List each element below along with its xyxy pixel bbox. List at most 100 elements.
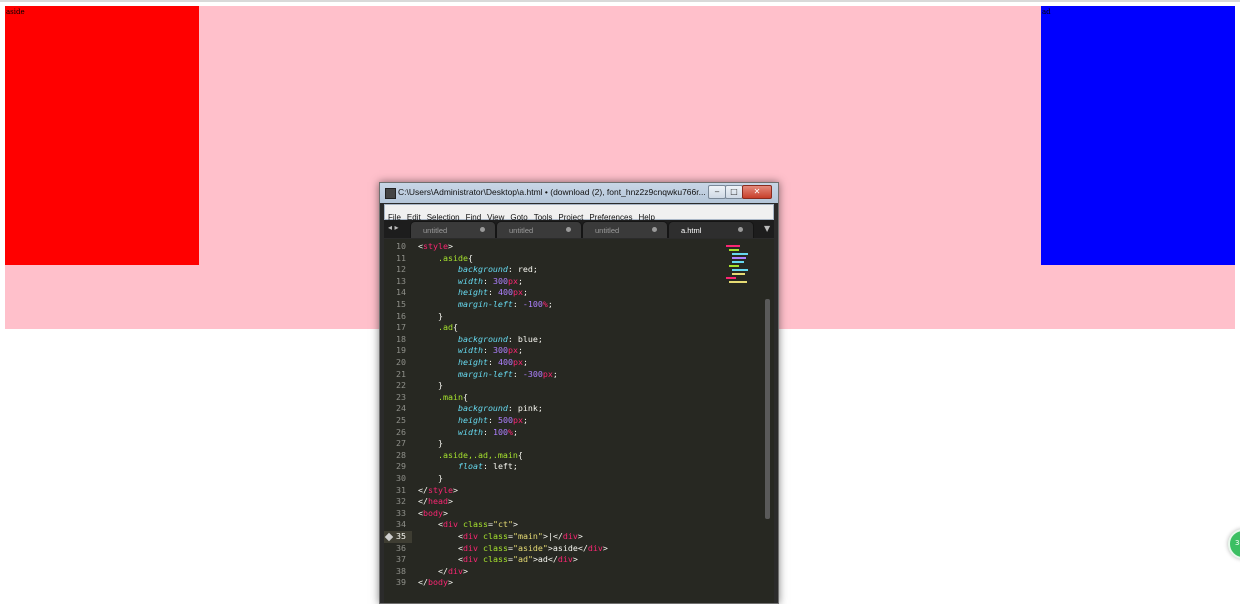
code-token: div: [447, 565, 463, 576]
code-line[interactable]: background: red;: [418, 264, 538, 276]
code-token: }: [418, 310, 443, 321]
code-line[interactable]: }: [418, 473, 443, 485]
code-line[interactable]: .aside,.ad,.main{: [418, 450, 523, 462]
code-line[interactable]: </head>: [418, 496, 453, 508]
close-button[interactable]: ✕: [742, 185, 772, 199]
unsaved-dot-icon[interactable]: [738, 227, 743, 232]
code-line[interactable]: <style>: [418, 241, 453, 253]
code-line[interactable]: }: [418, 438, 443, 450]
code-token: <: [418, 531, 463, 541]
tab-a-html[interactable]: a.html: [668, 221, 754, 238]
code-line[interactable]: margin-left: -300px;: [418, 369, 558, 381]
tab-label: untitled: [595, 226, 620, 235]
code-line[interactable]: <div class="ct">: [418, 519, 518, 531]
line-number: 20: [396, 357, 406, 367]
code-line[interactable]: </div>: [418, 566, 468, 578]
code-line[interactable]: height: 400px;: [418, 357, 528, 369]
line-number: 21: [396, 368, 406, 379]
code-token: : red;: [507, 264, 538, 275]
code-token: >ad</: [532, 554, 558, 565]
code-token: ;: [512, 426, 518, 437]
code-line[interactable]: height: 500px;: [418, 415, 528, 427]
unsaved-dot-icon[interactable]: [566, 227, 571, 232]
code-token: class: [482, 531, 508, 541]
line-number: 39: [396, 577, 406, 588]
code-line[interactable]: .aside{: [418, 253, 473, 265]
line-number: 38: [396, 565, 406, 576]
code-token: style: [423, 241, 448, 251]
floating-badge-button[interactable]: 34: [1228, 529, 1240, 559]
code-line[interactable]: <div class="aside">aside</div>: [418, 543, 608, 555]
code-line[interactable]: <body>: [418, 508, 448, 520]
tab-untitled-1[interactable]: untitled: [410, 221, 496, 238]
menu-bar: File Edit Selection Find View Goto Tools Projec…: [384, 204, 774, 222]
code-token: <: [418, 554, 463, 565]
code-line[interactable]: float: left;: [418, 461, 518, 473]
code-token: div: [557, 554, 573, 565]
code-token: >: [442, 507, 448, 518]
code-token: "main": [512, 531, 543, 541]
tab-untitled-3[interactable]: untitled: [582, 221, 668, 238]
code-token: margin-left: [457, 299, 513, 309]
code-token: -100: [522, 299, 543, 309]
code-token: background: [457, 403, 508, 414]
code-token: height: [457, 357, 488, 367]
title-bar[interactable]: C:\Users\Administrator\Desktop\a.html • …: [380, 183, 778, 203]
tab-untitled-2[interactable]: untitled: [496, 221, 582, 238]
line-number: 31: [396, 484, 406, 495]
code-line[interactable]: </body>: [418, 577, 453, 589]
code-token: </: [418, 577, 428, 588]
line-number: 13: [396, 275, 406, 286]
code-line[interactable]: <div class="main">|</div>: [418, 531, 583, 543]
code-token: 400: [497, 287, 513, 298]
line-number: 30: [396, 473, 406, 483]
code-line[interactable]: margin-left: -100%;: [418, 299, 553, 311]
code-token: px: [512, 287, 523, 298]
code-token: {: [462, 391, 468, 402]
tab-scroll-arrows-icon[interactable]: ◂ ▸: [388, 223, 399, 232]
code-token: >: [462, 565, 468, 576]
sublime-text-window: C:\Users\Administrator\Desktop\a.html • …: [379, 182, 779, 604]
code-token: >: [447, 496, 453, 507]
tab-dropdown-icon[interactable]: ▼: [764, 224, 770, 233]
code-token: :: [487, 287, 498, 298]
unsaved-dot-icon[interactable]: [652, 227, 657, 232]
line-number: 14: [396, 287, 406, 298]
code-line[interactable]: }: [418, 311, 443, 323]
code-editor[interactable]: 10 <style> 11 .aside{12 background: red; 13…: [384, 239, 774, 603]
code-line[interactable]: .ad{: [418, 322, 458, 334]
minimize-button[interactable]: ‒: [708, 185, 726, 199]
code-line[interactable]: height: 400px;: [418, 287, 528, 299]
unsaved-dot-icon[interactable]: [480, 227, 485, 232]
line-number: 28: [396, 449, 406, 460]
line-number: 16: [396, 310, 406, 321]
code-line[interactable]: </style>: [418, 485, 458, 497]
code-line[interactable]: .main{: [418, 392, 468, 404]
code-token: px: [512, 415, 523, 425]
code-line[interactable]: width: 100%;: [418, 427, 518, 439]
code-token: class: [482, 542, 508, 553]
code-line[interactable]: background: blue;: [418, 334, 543, 346]
code-line[interactable]: background: pink;: [418, 403, 543, 415]
code-line[interactable]: width: 300px;: [418, 276, 523, 288]
maximize-button[interactable]: □: [725, 185, 743, 199]
code-token: >: [602, 542, 608, 553]
line-number: 33: [396, 507, 406, 518]
code-token: : left;: [482, 461, 518, 472]
code-token: : pink;: [507, 403, 543, 414]
vertical-scrollbar[interactable]: [765, 299, 770, 519]
code-token: :: [487, 415, 498, 425]
code-line[interactable]: width: 300px;: [418, 345, 523, 357]
line-number: 15: [396, 299, 406, 309]
code-line[interactable]: }: [418, 380, 443, 392]
minimap[interactable]: [726, 243, 754, 293]
code-token: ;: [517, 345, 523, 356]
code-line[interactable]: <div class="ad">ad</div>: [418, 554, 578, 566]
code-token: height: [457, 415, 488, 425]
line-number: 22: [396, 380, 406, 391]
code-token: >: [447, 241, 453, 251]
code-token: }: [418, 438, 443, 449]
code-token: }: [418, 473, 443, 483]
